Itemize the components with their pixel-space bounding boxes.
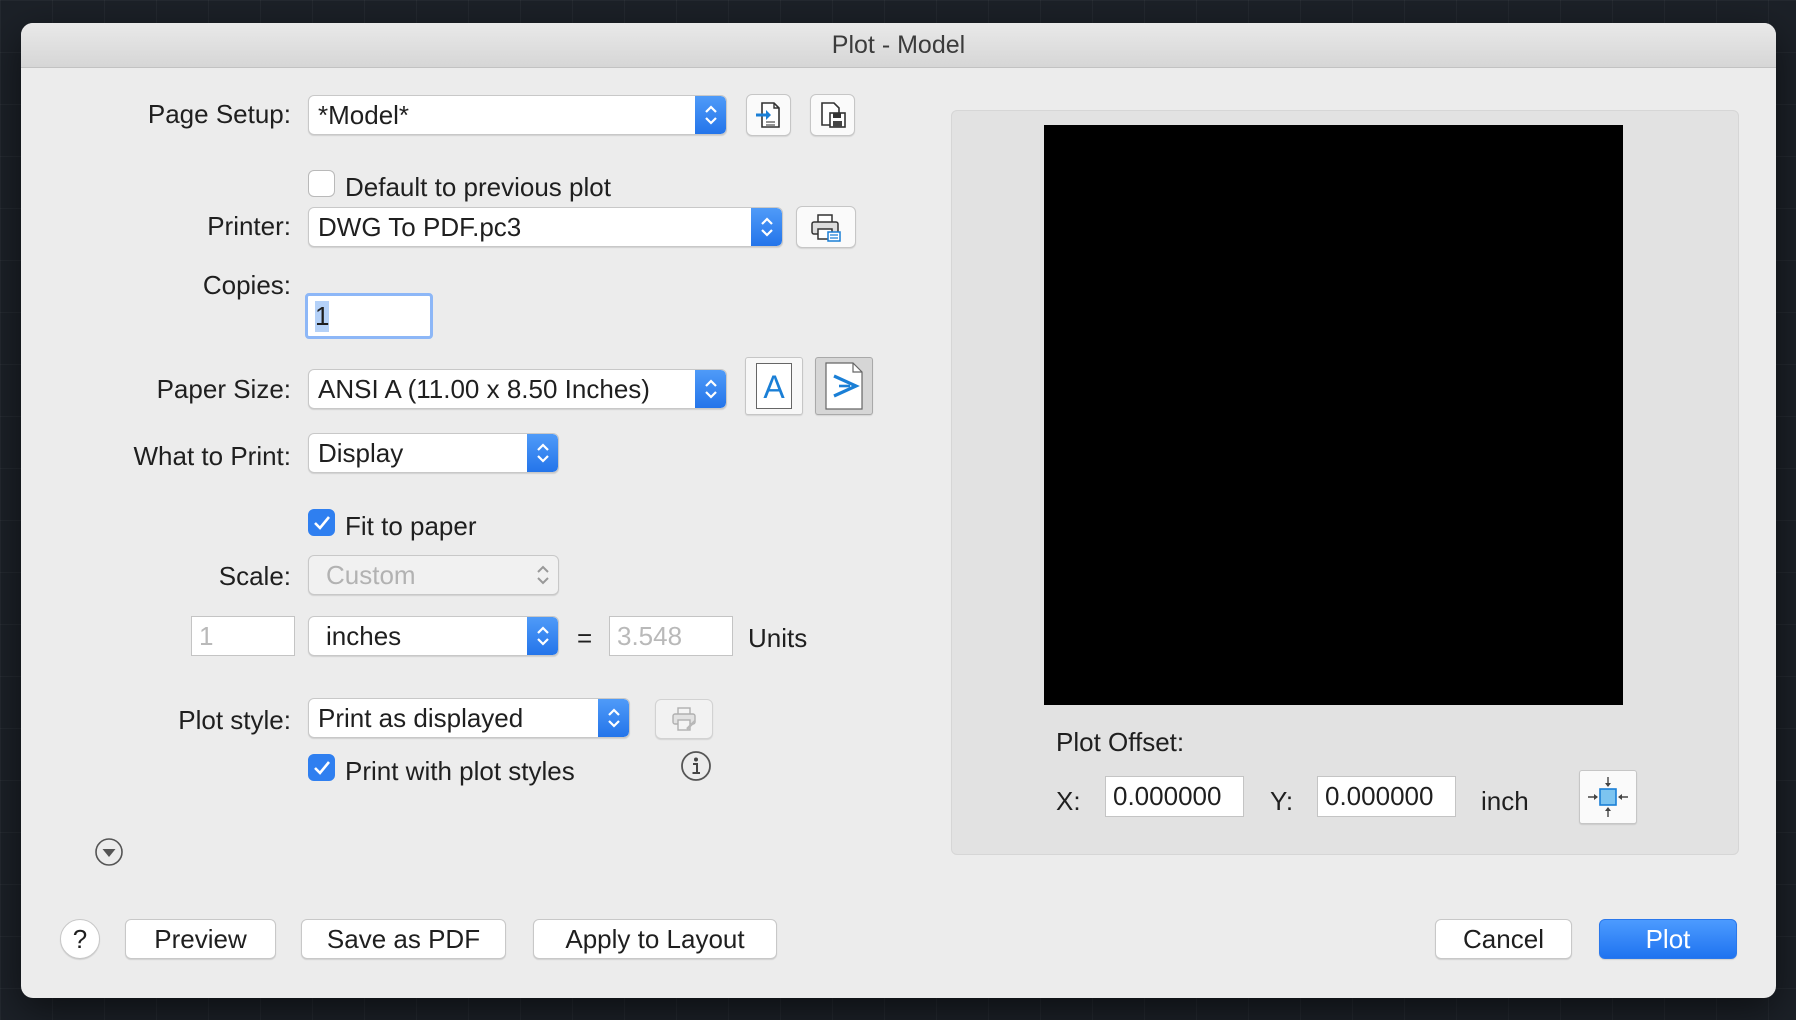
help-button[interactable]: ? <box>60 919 100 959</box>
fit-to-paper-label: Fit to paper <box>345 511 477 541</box>
printer-label: Printer: <box>207 211 291 241</box>
plot-style-label: Plot style: <box>178 705 291 735</box>
checkmark-icon <box>313 515 330 530</box>
offset-y-value: 0.000000 <box>1325 781 1434 811</box>
portrait-glyph: A <box>763 369 785 405</box>
copies-input[interactable]: 1 <box>305 293 433 339</box>
page-setup-select[interactable]: *Model* <box>308 95 727 135</box>
scale-right-input[interactable]: 3.548 <box>609 616 733 656</box>
plot-preview-area <box>1044 125 1623 705</box>
scale-select[interactable]: Custom <box>308 555 559 595</box>
scale-right-value: 3.548 <box>617 620 683 651</box>
plot-button[interactable]: Plot <box>1599 919 1737 959</box>
offset-y-label: Y: <box>1270 786 1294 816</box>
plot-offset-label: Plot Offset: <box>1056 727 1185 757</box>
expand-icon <box>95 838 123 866</box>
scale-left-value: 1 <box>199 620 214 651</box>
cancel-label: Cancel <box>1463 923 1544 954</box>
save-page-setup-button[interactable] <box>810 94 855 136</box>
center-plot-icon <box>1588 777 1628 817</box>
print-with-styles-checkbox[interactable] <box>308 754 335 781</box>
plot-dialog: Plot - Model Page Setup: *Model* Default… <box>21 23 1776 998</box>
stepper-icon <box>751 208 782 246</box>
info-button[interactable] <box>680 750 712 782</box>
fit-to-paper-checkbox[interactable] <box>308 509 335 536</box>
preview-button[interactable]: Preview <box>125 919 276 959</box>
portrait-icon: A <box>756 363 792 409</box>
plot-label: Plot <box>1645 923 1691 954</box>
print-with-styles-label: Print with plot styles <box>345 756 575 786</box>
offset-x-input[interactable]: 0.000000 <box>1105 776 1244 817</box>
cancel-button[interactable]: Cancel <box>1435 919 1572 959</box>
stepper-icon <box>527 434 558 472</box>
offset-unit-label: inch <box>1481 786 1529 816</box>
printer-properties-button[interactable] <box>796 206 856 248</box>
paper-size-select[interactable]: ANSI A (11.00 x 8.50 Inches) <box>308 369 727 409</box>
help-label: ? <box>72 923 88 954</box>
plot-style-value: Print as displayed <box>318 702 524 733</box>
checkmark-icon <box>313 760 330 775</box>
copies-value: 1 <box>315 300 330 332</box>
apply-to-layout-label: Apply to Layout <box>565 923 745 954</box>
import-page-setup-button[interactable] <box>746 94 791 136</box>
what-to-print-select[interactable]: Display <box>308 433 559 473</box>
offset-x-label: X: <box>1056 786 1081 816</box>
save-page-setup-icon <box>820 102 846 128</box>
paper-size-value: ANSI A (11.00 x 8.50 Inches) <box>318 373 650 404</box>
portrait-button[interactable]: A <box>745 357 803 415</box>
what-to-print-label: What to Print: <box>133 441 292 471</box>
page-setup-value: *Model* <box>318 99 410 130</box>
printer-select[interactable]: DWG To PDF.pc3 <box>308 207 783 247</box>
plot-style-edit-icon <box>672 707 696 731</box>
stepper-icon <box>527 556 558 594</box>
page-setup-label: Page Setup: <box>147 99 291 129</box>
offset-x-value: 0.000000 <box>1113 781 1222 811</box>
landscape-icon <box>825 362 863 410</box>
window-title: Plot - Model <box>831 30 966 59</box>
scale-label: Scale: <box>218 561 291 591</box>
title-bar: Plot - Model <box>21 23 1776 68</box>
scale-left-input[interactable]: 1 <box>191 616 295 656</box>
printer-properties-icon <box>811 214 841 242</box>
info-icon <box>681 751 711 781</box>
stepper-icon <box>695 96 726 134</box>
copies-label: Copies: <box>202 270 291 300</box>
printer-value: DWG To PDF.pc3 <box>318 211 522 242</box>
plot-style-edit-button[interactable] <box>655 699 713 739</box>
scale-units-label: Units <box>748 623 808 653</box>
offset-y-input[interactable]: 0.000000 <box>1317 776 1456 817</box>
scale-units-select[interactable]: inches <box>308 616 559 656</box>
scale-value: Custom <box>326 559 416 590</box>
stepper-icon <box>598 699 629 737</box>
landscape-button[interactable] <box>815 357 873 415</box>
plot-style-select[interactable]: Print as displayed <box>308 698 630 738</box>
save-as-pdf-label: Save as PDF <box>326 923 481 954</box>
apply-to-layout-button[interactable]: Apply to Layout <box>533 919 777 959</box>
save-as-pdf-button[interactable]: Save as PDF <box>301 919 506 959</box>
plot-preview-panel: Plot Offset: X: 0.000000 Y: 0.000000 inc… <box>951 110 1739 855</box>
preview-label: Preview <box>154 923 247 954</box>
stepper-icon <box>527 617 558 655</box>
expand-button[interactable] <box>94 837 124 867</box>
scale-equals: = <box>577 623 593 653</box>
paper-size-label: Paper Size: <box>156 374 291 404</box>
what-to-print-value: Display <box>318 437 404 468</box>
import-page-setup-icon <box>755 102 780 128</box>
center-plot-button[interactable] <box>1579 770 1637 824</box>
stepper-icon <box>695 370 726 408</box>
scale-units-value: inches <box>326 620 402 651</box>
default-previous-label: Default to previous plot <box>345 172 611 202</box>
default-previous-checkbox[interactable] <box>308 170 335 197</box>
